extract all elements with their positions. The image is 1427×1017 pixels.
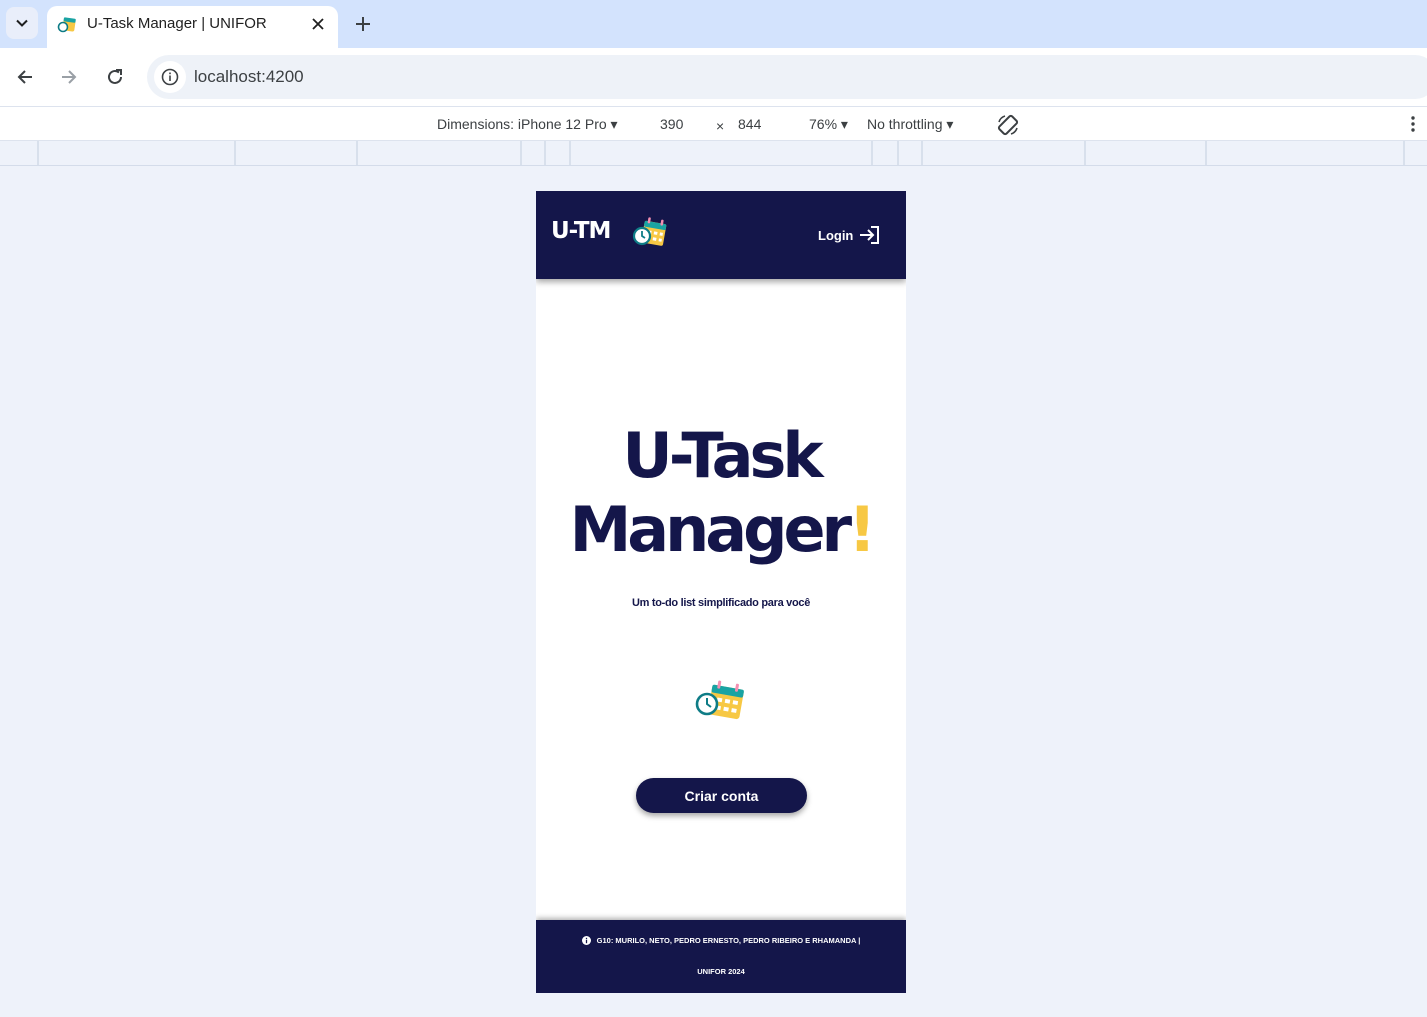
ruler-tick[interactable] <box>871 141 873 165</box>
create-account-button[interactable]: Criar conta <box>636 778 807 813</box>
ruler-tick[interactable] <box>1403 141 1405 165</box>
hero-title-line-1: U-Task <box>622 419 823 492</box>
favicon-icon <box>57 17 76 33</box>
app-footer: G10: MURILO, NETO, PEDRO ERNESTO, PEDRO … <box>536 920 906 993</box>
hero-exclamation: ! <box>848 493 876 566</box>
app-header: U-TM Login <box>536 191 906 279</box>
kebab-icon[interactable] <box>1411 115 1415 133</box>
device-toolbar: Dimensions: iPhone 12 Pro ▾ 390 × 844 76… <box>0 106 1427 141</box>
media-query-ruler <box>0 141 1427 166</box>
footer-credits-text: G10: MURILO, NETO, PEDRO ERNESTO, PEDRO … <box>596 936 861 945</box>
device-viewport: U-TM Login U-Task Manager! Um to-do list… <box>536 191 906 993</box>
device-width-input[interactable]: 390 <box>660 116 683 132</box>
address-bar[interactable]: localhost:4200 <box>147 55 1427 99</box>
tab-strip: U-Task Manager | UNIFOR <box>0 0 1427 48</box>
throttling-select[interactable]: No throttling ▾ <box>867 116 953 133</box>
chevron-down-icon <box>16 19 28 27</box>
ruler-tick[interactable] <box>1205 141 1207 165</box>
site-info-button[interactable] <box>154 61 186 93</box>
login-arrow-icon <box>860 226 880 244</box>
new-tab-button[interactable] <box>350 11 376 37</box>
tab-close-button[interactable] <box>308 14 328 34</box>
back-icon <box>17 70 32 84</box>
zoom-select[interactable]: 76% ▾ <box>809 116 848 133</box>
browser-toolbar: localhost:4200 <box>0 48 1427 106</box>
ruler-tick[interactable] <box>520 141 522 165</box>
url-text: localhost:4200 <box>194 67 304 86</box>
ruler-tick[interactable] <box>897 141 899 165</box>
plus-icon <box>356 17 370 31</box>
back-button[interactable] <box>9 61 41 93</box>
ruler-tick[interactable] <box>921 141 923 165</box>
browser-tab[interactable]: U-Task Manager | UNIFOR <box>47 6 338 48</box>
ruler-tick[interactable] <box>544 141 546 165</box>
ruler-tick[interactable] <box>37 141 39 165</box>
reload-icon <box>108 69 122 84</box>
login-label: Login <box>818 227 854 243</box>
ruler-tick[interactable] <box>356 141 358 165</box>
dimension-separator: × <box>716 118 725 134</box>
login-button[interactable]: Login <box>818 225 881 245</box>
forward-icon <box>62 70 77 84</box>
info-icon <box>581 936 591 945</box>
calendar-clock-icon <box>632 217 667 246</box>
ruler-tick[interactable] <box>569 141 571 165</box>
info-icon <box>161 68 179 86</box>
brand-logo-text[interactable]: U-TM <box>551 218 611 244</box>
tab-search-button[interactable] <box>6 7 38 39</box>
close-icon <box>312 18 324 30</box>
hero-subtitle: Um to-do list simplificado para você <box>631 597 811 609</box>
footer-credits: G10: MURILO, NETO, PEDRO ERNESTO, PEDRO … <box>536 936 906 945</box>
rotate-icon[interactable] <box>996 113 1020 137</box>
hero-title-word: Manager <box>569 493 853 566</box>
reload-button[interactable] <box>99 61 131 93</box>
forward-button[interactable] <box>53 61 85 93</box>
footer-year: UNIFOR 2024 <box>697 967 745 976</box>
tab-title: U-Task Manager | UNIFOR <box>87 15 267 32</box>
ruler-tick[interactable] <box>1084 141 1086 165</box>
calendar-clock-icon <box>695 680 744 720</box>
ruler-tick[interactable] <box>234 141 236 165</box>
hero-title-line-2: Manager! <box>536 499 906 561</box>
device-height-input[interactable]: 844 <box>738 116 761 132</box>
device-dimensions-select[interactable]: Dimensions: iPhone 12 Pro ▾ <box>437 116 618 133</box>
